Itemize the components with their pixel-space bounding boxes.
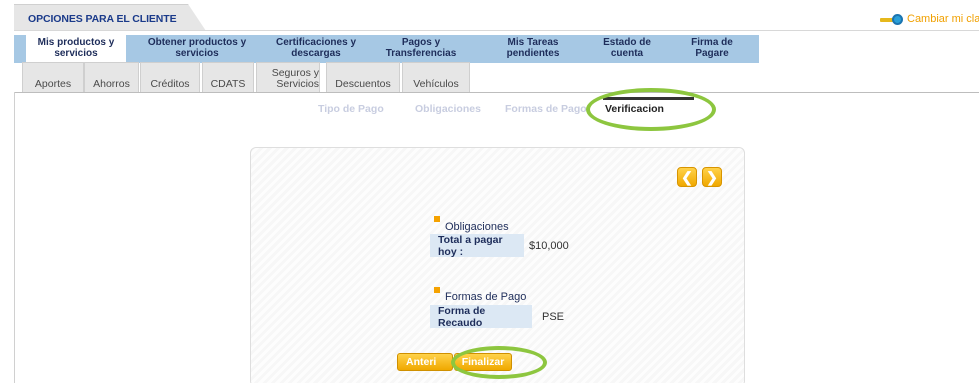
subnav-divider	[14, 92, 979, 93]
previous-button[interactable]: Anteri	[397, 353, 453, 371]
nav-certificates-line1: Certificaciones y	[275, 37, 357, 48]
nav-account-status-line1: Estado de	[603, 37, 651, 48]
subtab-aportes[interactable]: Aportes	[22, 62, 84, 93]
nav-account-status-line2: cuenta	[610, 47, 644, 59]
nav-my-products-line2: servicios	[54, 47, 98, 59]
obligations-title: Obligaciones	[445, 221, 509, 233]
nav-payments[interactable]: Pagos y Transferencias	[376, 37, 466, 59]
change-password-link[interactable]: Cambiar mi clave	[880, 12, 979, 26]
nav-pending-tasks-line2: pendientes	[506, 47, 560, 59]
nav-payments-line1: Pagos y	[401, 37, 441, 48]
subtab-creditos[interactable]: Créditos	[140, 62, 200, 93]
nav-certificates[interactable]: Certificaciones y descargas	[264, 37, 368, 59]
nav-pending-tasks[interactable]: Mis Tareas pendientes	[496, 37, 570, 59]
highlight-ring-finish	[451, 346, 547, 379]
total-to-pay-label-text: Total a pagar hoy :	[438, 233, 503, 258]
nav-get-products-line2: servicios	[175, 47, 219, 59]
subtab-cdats-label: CDATS	[210, 78, 246, 90]
nav-account-status[interactable]: Estado de cuenta	[594, 37, 660, 59]
collection-method-label-text: Forma de Recaudo	[438, 304, 486, 329]
collection-method-label: Forma de Recaudo	[430, 304, 532, 329]
sub-navigation: Aportes Ahorros Créditos CDATS Seguros y…	[14, 62, 979, 93]
nav-sign-promissory-line2: Pagare	[695, 47, 729, 59]
subtab-seguros-label-line2: Servicios	[276, 78, 319, 90]
subtab-ahorros-label: Ahorros	[93, 78, 130, 90]
step-payment-type[interactable]: Tipo de Pago	[318, 103, 384, 115]
chevron-right-icon: ❯	[706, 168, 718, 185]
main-navigation: Mis productos y servicios Obtener produc…	[14, 35, 759, 63]
payment-forms-title: Formas de Pago	[445, 291, 527, 303]
subtab-ahorros[interactable]: Ahorros	[84, 62, 139, 93]
nav-my-products-line1: Mis productos y	[37, 37, 115, 48]
change-password-label: Cambiar mi clave	[907, 13, 979, 25]
nav-my-products[interactable]: Mis productos y servicios	[26, 35, 126, 63]
subtab-cdats[interactable]: CDATS	[202, 62, 254, 93]
obligations-bullet-icon	[434, 216, 440, 222]
payment-steps: Tipo de Pago Obligaciones Formas de Pago…	[0, 100, 979, 120]
subtab-seguros[interactable]: Seguros y Servicios	[256, 62, 320, 93]
nav-sign-promissory[interactable]: Firma de Pagare	[682, 37, 742, 59]
previous-button-label: Anteri	[406, 356, 437, 368]
chevron-left-icon: ❮	[681, 168, 693, 185]
subtab-aportes-label: Aportes	[34, 78, 72, 90]
nav-certificates-line2: descargas	[291, 47, 341, 59]
nav-payments-line2: Transferencias	[385, 47, 457, 59]
subtab-vehiculos[interactable]: Vehículos	[402, 62, 470, 93]
client-options-title: OPCIONES PARA EL CLIENTE	[28, 13, 177, 25]
nav-get-products-line1: Obtener productos y	[147, 37, 247, 48]
highlight-ring-verification	[586, 88, 716, 131]
next-arrow-button[interactable]: ❯	[702, 167, 722, 187]
step-obligations[interactable]: Obligaciones	[415, 103, 481, 115]
nav-sign-promissory-line1: Firma de	[691, 37, 733, 48]
subtab-vehiculos-label: Vehículos	[413, 78, 459, 90]
step-payment-forms[interactable]: Formas de Pago	[505, 103, 587, 115]
total-to-pay-label: Total a pagar hoy :	[430, 233, 524, 258]
header-divider	[14, 30, 979, 31]
nav-pending-tasks-line1: Mis Tareas	[507, 37, 559, 48]
client-options-header: OPCIONES PARA EL CLIENTE	[14, 4, 206, 31]
key-icon	[880, 13, 904, 25]
subtab-descuentos-label: Descuentos	[335, 78, 391, 90]
nav-get-products[interactable]: Obtener productos y servicios	[142, 37, 252, 59]
total-to-pay-value: $10,000	[529, 240, 569, 252]
content-left-border	[14, 92, 15, 383]
previous-arrow-button[interactable]: ❮	[677, 167, 697, 187]
subtab-descuentos[interactable]: Descuentos	[326, 62, 400, 93]
subtab-creditos-label: Créditos	[150, 78, 190, 90]
collection-method-value: PSE	[542, 311, 565, 323]
payment-forms-bullet-icon	[434, 287, 440, 293]
